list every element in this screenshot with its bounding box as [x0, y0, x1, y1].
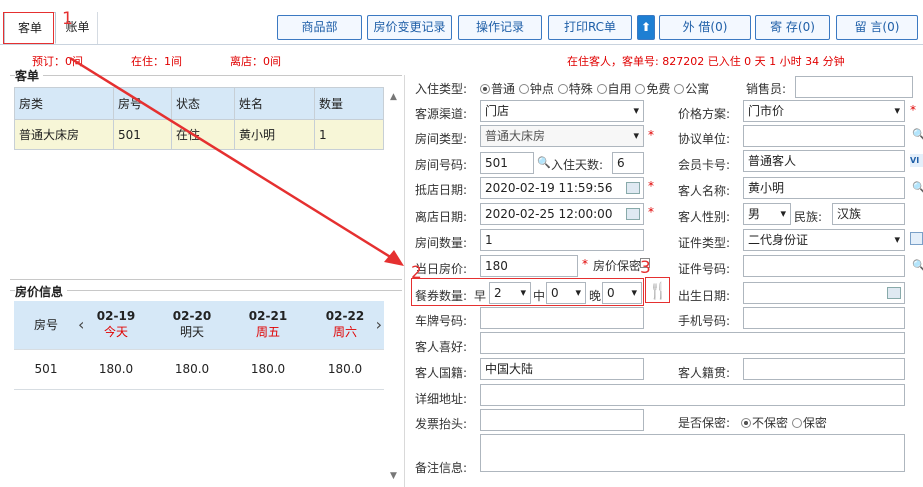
annotation-arrow	[69, 56, 404, 266]
hotel-checkin-window: 客单 账单 商品部 房价变更记录 操作记录 打印RC单 ⬆ 外 借(0) 寄 存…	[0, 0, 923, 487]
